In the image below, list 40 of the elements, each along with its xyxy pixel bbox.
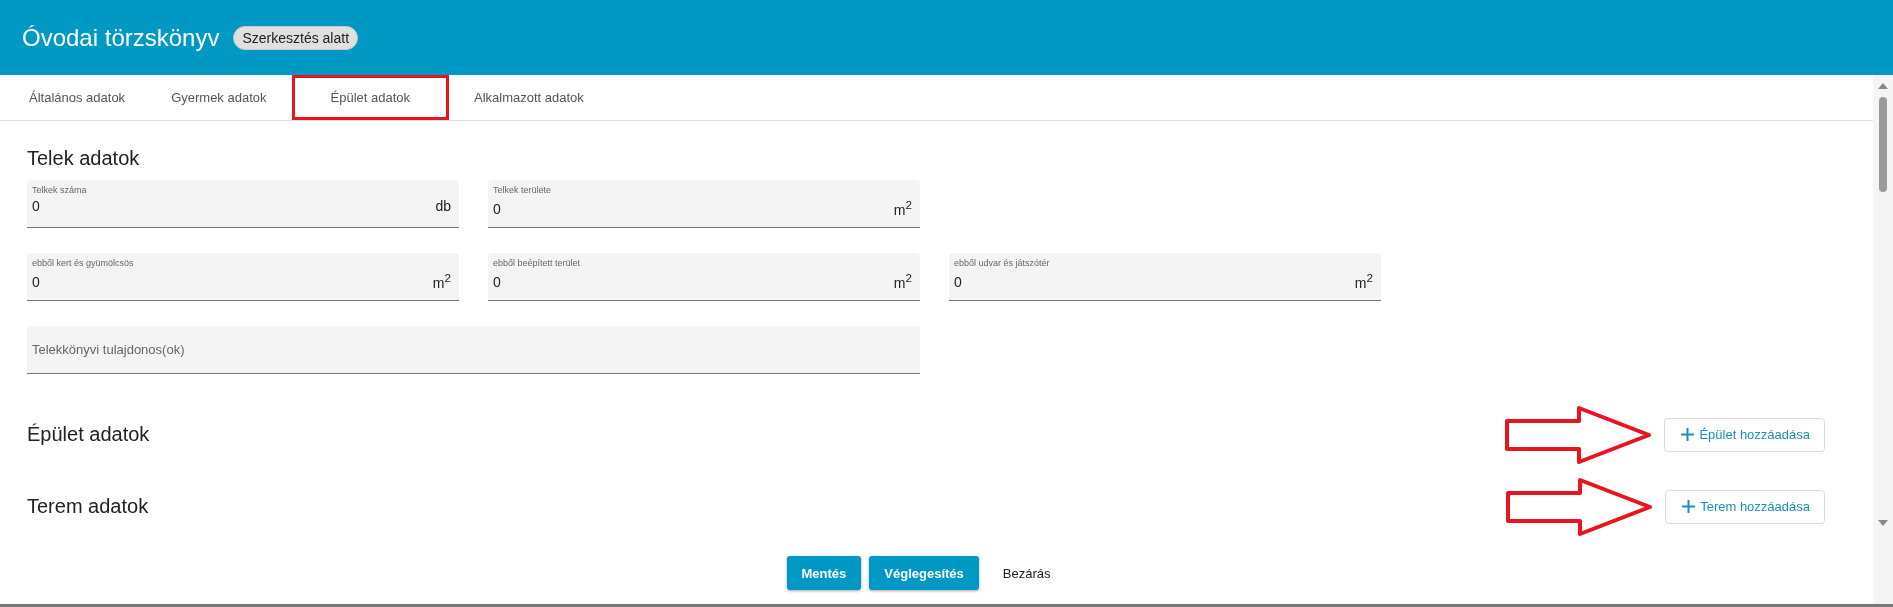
section-title: Épület adatok: [27, 423, 150, 447]
field-label: Telkek területe: [493, 184, 553, 195]
text-button[interactable]: Bezárás: [986, 556, 1067, 591]
scroll-down-icon: [1878, 520, 1888, 526]
scroll-up-icon: [1878, 83, 1888, 89]
unit-suffix: m$^{2}$: [893, 197, 912, 218]
unit-suffix: db: [435, 197, 451, 214]
unit-suffix: m$^{2}$: [1354, 270, 1373, 291]
input-field[interactable]: ebből udvar és játszótér 0 m$^{2}$: [949, 252, 1381, 301]
input-field[interactable]: Telekkönyvi tulajdonos(ok): [27, 325, 920, 374]
tab[interactable]: Általános adatok: [8, 75, 147, 120]
field-placeholder: Telekkönyvi tulajdonos(ok): [32, 341, 186, 357]
field-label: Telkek száma: [32, 184, 88, 195]
unit-suffix: m$^{2}$: [893, 270, 912, 291]
input-field[interactable]: ebből beépített terület 0 m$^{2}$: [488, 252, 920, 301]
status-badge: Szerkesztés alatt: [233, 25, 359, 50]
page-title: Óvodai törzskönyv: [22, 23, 220, 52]
field-value: 0: [493, 274, 501, 291]
section-title: Terem adatok: [27, 495, 149, 519]
plus-icon: [1682, 500, 1696, 514]
unit-suffix: m$^{2}$: [432, 270, 451, 291]
tab[interactable]: Alkalmazott adatok: [453, 75, 605, 120]
tab[interactable]: Gyermek adatok: [150, 75, 288, 120]
section-title: Telek adatok: [27, 146, 141, 170]
field-label: ebből beépített terület: [493, 257, 582, 268]
add-button[interactable]: Terem hozzáadása: [1665, 489, 1825, 524]
add-button[interactable]: Épület hozzáadása: [1664, 417, 1825, 452]
field-value: 0: [493, 201, 501, 218]
plus-icon: [1681, 428, 1695, 442]
field-label: ebből udvar és játszótér: [954, 257, 1051, 268]
field-label: ebből kert és gyümölcsös: [32, 257, 135, 268]
scrollbar-thumb[interactable]: [1879, 97, 1887, 192]
scrollbar[interactable]: [1873, 75, 1893, 604]
input-field[interactable]: Telkek területe 0 m$^{2}$: [488, 179, 920, 228]
field-value: 0: [32, 197, 40, 214]
field-value: 0: [32, 274, 40, 291]
input-field[interactable]: ebből kert és gyümölcsös 0 m$^{2}$: [27, 252, 459, 301]
field-value: 0: [954, 274, 962, 291]
tab[interactable]: Épület adatok: [291, 75, 449, 120]
input-field[interactable]: Telkek száma 0 db: [27, 179, 459, 228]
